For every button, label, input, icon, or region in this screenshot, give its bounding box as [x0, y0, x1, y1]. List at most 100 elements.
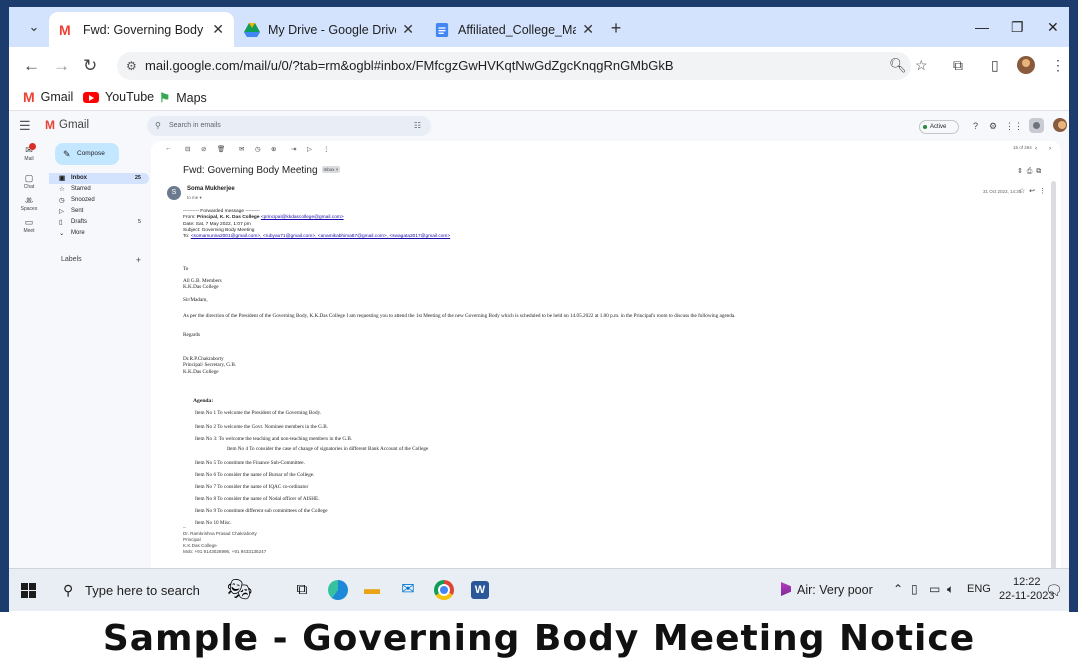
- mail-search-input[interactable]: ⚲ Search in emails ☷: [147, 116, 431, 136]
- windows-start-icon[interactable]: [21, 583, 36, 598]
- nav-snoozed[interactable]: ◷ Snoozed: [49, 195, 149, 206]
- nav-starred[interactable]: ☆ Starred: [49, 184, 149, 195]
- filter-icon[interactable]: ☷: [414, 116, 421, 136]
- newer-icon[interactable]: ‹: [1035, 145, 1037, 152]
- taskbar-search[interactable]: ⚲ Type here to search: [59, 575, 223, 606]
- rail-spaces[interactable]: ꔛ Spaces: [17, 195, 41, 212]
- recipient-line[interactable]: to me ▾: [187, 195, 202, 201]
- to-text: to me: [187, 195, 199, 200]
- edge-icon[interactable]: [327, 579, 349, 601]
- settings-gear-icon[interactable]: ⚙: [989, 121, 997, 132]
- site-settings-icon[interactable]: ⚙: [126, 52, 137, 80]
- vertical-scrollbar[interactable]: [1051, 181, 1056, 569]
- chat-icon: ▢: [24, 173, 34, 183]
- close-window-icon[interactable]: ✕: [1047, 19, 1059, 36]
- file-explorer-icon[interactable]: ▬: [361, 579, 383, 601]
- more-icon[interactable]: ⋮: [1039, 188, 1046, 195]
- restore-icon[interactable]: ❐: [1011, 19, 1024, 36]
- forward-icon[interactable]: →: [53, 56, 70, 76]
- reload-icon[interactable]: ↻: [83, 56, 97, 76]
- main-menu-icon[interactable]: ☰: [19, 118, 31, 134]
- compose-label: Compose: [77, 150, 105, 157]
- word-icon[interactable]: W: [469, 579, 491, 601]
- mark-unread-icon[interactable]: ✉: [239, 145, 244, 153]
- tab-gmail[interactable]: M Fwd: Governing Body Meeting ✕: [49, 12, 234, 47]
- profile-avatar[interactable]: [1017, 56, 1035, 77]
- agenda-item: Item No 9 To constitute different sub co…: [195, 508, 328, 514]
- help-icon[interactable]: ?: [973, 121, 978, 131]
- apps-grid-icon[interactable]: ⋮⋮: [1005, 121, 1023, 132]
- agenda-list: Agenda: Item No 1 To welcome the Preside…: [193, 398, 428, 526]
- nav-more[interactable]: ⌄ More: [49, 228, 149, 239]
- bookmark-gmail[interactable]: M Gmail: [23, 90, 73, 104]
- gmail-logo[interactable]: M Gmail: [45, 118, 89, 132]
- nav-inbox[interactable]: ▣ Inbox 25: [49, 173, 149, 184]
- bookmark-label: YouTube: [105, 90, 155, 104]
- show-hidden-icons[interactable]: ⌃: [893, 582, 903, 596]
- zoom-icon[interactable]: 🔍︎: [889, 57, 907, 74]
- close-tab-icon[interactable]: ✕: [402, 21, 414, 38]
- address-bar[interactable]: ⚙ mail.google.com/mail/u/0/?tab=rm&ogbl#…: [117, 52, 911, 80]
- sender-name[interactable]: Soma Mukherjee: [187, 186, 235, 192]
- compose-button[interactable]: ✎ Compose: [55, 143, 119, 165]
- inbox-tag[interactable]: Inbox ×: [321, 166, 341, 173]
- more-options-icon[interactable]: ⋮: [323, 145, 330, 153]
- new-tab-icon[interactable]: +: [607, 19, 625, 38]
- minimize-icon[interactable]: —: [975, 19, 989, 35]
- bookmark-maps[interactable]: ⚑ Maps: [159, 90, 207, 106]
- agenda-item: Item No 5 To constitute the Finance Sub-…: [195, 460, 305, 466]
- report-spam-icon[interactable]: ⊘: [201, 145, 206, 153]
- agenda-item: Item No 1 To welcome the President of th…: [195, 410, 322, 416]
- to-email-links[interactable]: <somamunna2001@gmail.com>, <rubyau71@gma…: [191, 234, 450, 239]
- volume-icon[interactable]: 🔈︎: [947, 582, 954, 597]
- rail-meet[interactable]: ▭ Meet: [17, 217, 41, 234]
- bookmark-youtube[interactable]: YouTube: [83, 90, 154, 104]
- nav-drafts[interactable]: ▯ Drafts 5: [49, 217, 149, 228]
- tab-strip: ⌄ M Fwd: Governing Body Meeting ✕ My Dri…: [9, 7, 1069, 47]
- extensions-icon[interactable]: ⧉: [953, 57, 963, 74]
- chrome-icon[interactable]: [433, 579, 455, 601]
- label-icon[interactable]: ▷: [307, 145, 312, 153]
- network-icon[interactable]: ▭: [929, 582, 940, 596]
- archive-icon[interactable]: ⊟: [185, 145, 190, 153]
- back-to-inbox-icon[interactable]: ←: [165, 145, 172, 152]
- delete-icon[interactable]: 🗑︎: [217, 145, 225, 153]
- star-icon[interactable]: ☆: [1019, 188, 1025, 195]
- back-icon[interactable]: ←: [23, 56, 40, 76]
- battery-icon[interactable]: ▯: [911, 582, 918, 596]
- rail-mail[interactable]: ✉ Mail: [17, 143, 41, 162]
- close-tab-icon[interactable]: ✕: [212, 21, 224, 38]
- account-badge[interactable]: [1029, 118, 1044, 135]
- bookmark-star-icon[interactable]: ☆: [915, 57, 928, 74]
- task-view-icon[interactable]: ⧉: [291, 579, 313, 601]
- news-widget-icon[interactable]: 🎭︎: [227, 579, 252, 601]
- status-chip[interactable]: Active: [919, 120, 959, 134]
- reply-icon[interactable]: ↩: [1029, 188, 1035, 195]
- notification-icon[interactable]: 🗨︎: [1045, 582, 1063, 599]
- agenda-item: Item No 7 To consider the name of IQAC c…: [195, 484, 309, 490]
- mail-app-icon[interactable]: ✉: [397, 579, 419, 601]
- tab-docs[interactable]: Affiliated_College_Manual_30- ✕: [424, 12, 604, 47]
- print-icon[interactable]: ⎙: [1027, 168, 1033, 175]
- move-to-icon[interactable]: ⇥: [291, 145, 296, 153]
- from-email-link[interactable]: <principal@kkdascollege@gmail.com>: [261, 215, 344, 220]
- account-avatar[interactable]: [1053, 118, 1067, 134]
- nav-sent[interactable]: ▷ Sent: [49, 206, 149, 217]
- language-indicator[interactable]: ENG: [967, 583, 991, 595]
- rail-label: Mail: [24, 156, 34, 162]
- rail-chat[interactable]: ▢ Chat: [17, 173, 41, 190]
- side-panel-icon[interactable]: ▯: [991, 57, 999, 74]
- expand-icon[interactable]: ⇕: [1017, 168, 1023, 175]
- tab-drive[interactable]: My Drive - Google Drive ✕: [234, 12, 424, 47]
- sender-avatar[interactable]: S: [167, 186, 181, 200]
- air-quality-widget[interactable]: Air: Very poor: [781, 582, 873, 597]
- menu-kebab-icon[interactable]: ⋮: [1051, 57, 1065, 74]
- older-icon[interactable]: ›: [1049, 145, 1051, 152]
- new-window-icon[interactable]: ⧉: [1036, 168, 1041, 175]
- add-label-icon[interactable]: +: [136, 255, 141, 265]
- add-task-icon[interactable]: ⊕: [271, 145, 276, 153]
- snooze-icon[interactable]: ◷: [255, 145, 261, 153]
- spaces-icon: ꔛ: [24, 195, 34, 205]
- tab-search-button[interactable]: ⌄: [23, 16, 45, 38]
- close-tab-icon[interactable]: ✕: [582, 21, 594, 38]
